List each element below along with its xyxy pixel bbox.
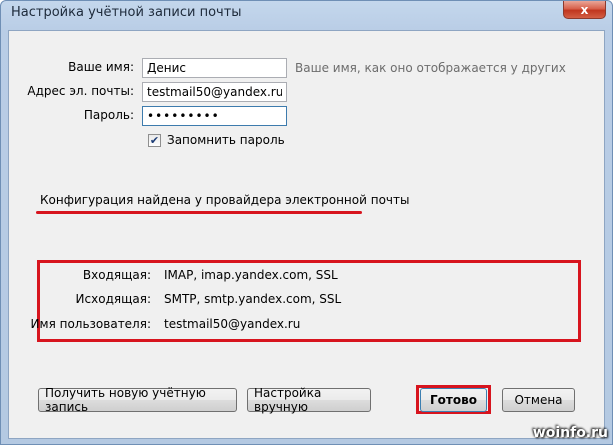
password-label: Пароль: xyxy=(83,108,134,122)
name-label: Ваше имя: xyxy=(68,60,134,74)
name-input[interactable] xyxy=(142,58,287,78)
dialog-content: Ваше имя: Ваше имя, как оно отображается… xyxy=(8,30,605,439)
remember-password-checkbox[interactable]: ✔ xyxy=(148,134,161,147)
close-button[interactable]: x xyxy=(563,1,606,19)
window-title: Настройка учётной записи почты xyxy=(11,5,242,20)
done-button[interactable]: Готово xyxy=(420,388,487,412)
watermark-text: woinfo.ru xyxy=(532,425,608,441)
dialog-window: Настройка учётной записи почты x Ваше им… xyxy=(0,0,613,445)
checkmark-icon: ✔ xyxy=(149,134,160,147)
status-highlight-underline xyxy=(36,211,362,214)
name-hint: Ваше имя, как оно отображается у других xyxy=(295,61,566,75)
incoming-label: Входящая: xyxy=(82,268,151,282)
get-new-account-button[interactable]: Получить новую учётную запись xyxy=(38,386,237,414)
password-input[interactable] xyxy=(142,106,287,126)
email-label: Адрес эл. почты: xyxy=(27,84,134,98)
outgoing-label: Исходящая: xyxy=(75,292,151,306)
outgoing-value: SMTP, smtp.yandex.com, SSL xyxy=(164,292,342,306)
remember-password-label[interactable]: Запомнить пароль xyxy=(167,133,285,147)
username-label: Имя пользователя: xyxy=(30,317,151,331)
config-status-text: Конфигурация найдена у провайдера электр… xyxy=(40,193,410,207)
title-bar[interactable]: Настройка учётной записи почты x xyxy=(1,1,612,27)
cancel-button[interactable]: Отмена xyxy=(502,388,575,412)
close-icon: x xyxy=(580,2,589,17)
manual-setup-button[interactable]: Настройка вручную xyxy=(247,386,371,414)
email-input[interactable] xyxy=(142,82,287,102)
incoming-value: IMAP, imap.yandex.com, SSL xyxy=(164,268,338,282)
username-value: testmail50@yandex.ru xyxy=(164,317,301,331)
